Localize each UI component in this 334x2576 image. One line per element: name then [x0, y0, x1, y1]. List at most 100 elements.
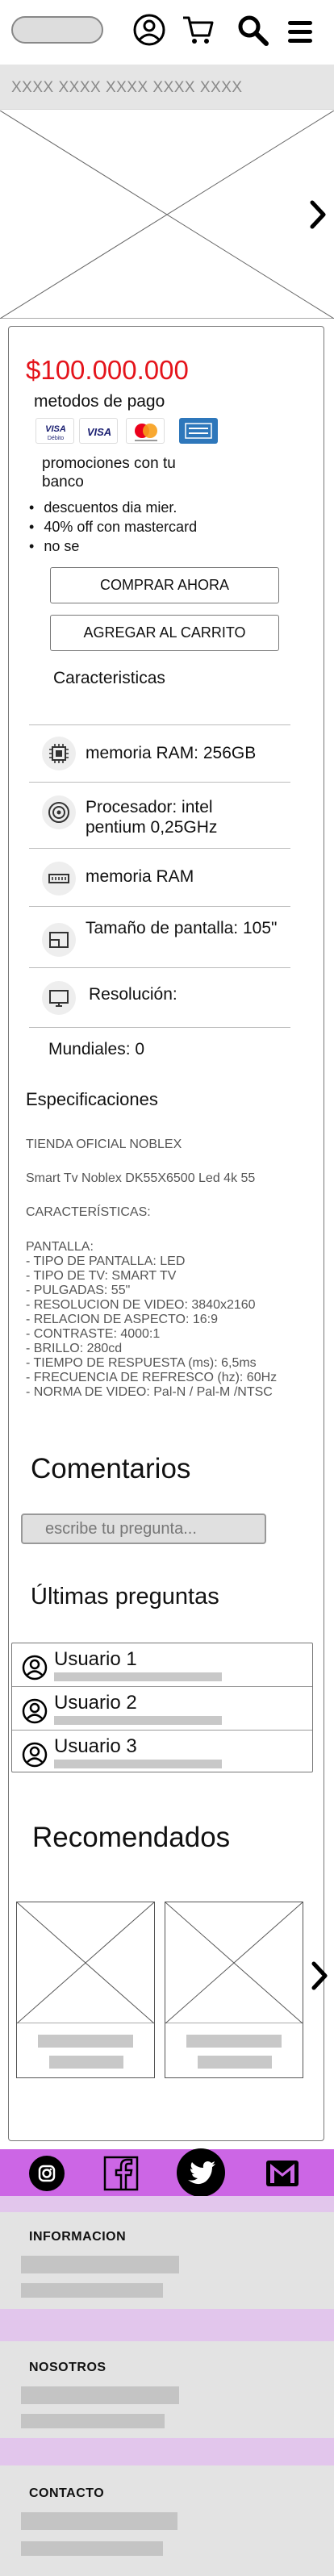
cart-icon[interactable] — [181, 13, 215, 47]
visa-debito-icon: VISA Débito — [35, 418, 74, 444]
payment-methods-title: metodos de pago — [34, 392, 165, 411]
chip-icon — [42, 737, 76, 770]
user-avatar-icon — [22, 1742, 48, 1768]
footer-divider — [0, 2309, 334, 2341]
processor-icon — [42, 795, 76, 829]
characteristics-title: Caracteristicas — [53, 669, 165, 687]
instagram-icon[interactable] — [24, 2151, 69, 2196]
footer-divider — [0, 2438, 334, 2465]
breadcrumb-text: XXXX XXXX XXXX XXXX XXXX — [11, 79, 243, 96]
footer-about-title[interactable]: NOSOTROS — [29, 2361, 106, 2375]
user-icon[interactable] — [132, 13, 166, 47]
last-questions-title: Últimas preguntas — [31, 1584, 219, 1609]
amex-icon — [179, 418, 218, 444]
ram-icon — [42, 862, 76, 896]
visa-icon: VISA — [79, 418, 118, 444]
footer-link-placeholder[interactable] — [21, 2386, 179, 2404]
mastercard-icon — [126, 418, 165, 444]
product-name-placeholder — [38, 2035, 133, 2048]
characteristic-label: Tamaño de pantalla: 105" — [86, 919, 278, 937]
characteristic-label: Mundiales: 0 — [48, 1040, 145, 1058]
footer-link-placeholder[interactable] — [21, 2512, 177, 2530]
product-price-placeholder — [49, 2056, 123, 2069]
promo-line-1: promociones con tu — [42, 455, 176, 472]
chevron-right-icon[interactable] — [308, 199, 328, 230]
recommended-product-card[interactable] — [16, 1902, 155, 2078]
promo-list: descuentos dia mier. 40% off con masterc… — [29, 498, 197, 556]
question-placeholder — [54, 1716, 222, 1725]
specifications-details: PANTALLA: - TIPO DE PANTALLA: LED - TIPO… — [26, 1240, 278, 1399]
recommended-product-card[interactable] — [165, 1902, 303, 2078]
comments-title: Comentarios — [31, 1453, 191, 1484]
header — [0, 0, 334, 63]
user-name: Usuario 1 — [54, 1648, 137, 1670]
features-heading: CARACTERÍSTICAS: — [26, 1205, 151, 1219]
image-placeholder — [165, 1902, 303, 2023]
characteristic-label: Procesador: intel pentium 0,25GHz — [86, 797, 217, 837]
svg-text:VISA: VISA — [45, 424, 66, 434]
characteristic-row: Resolución: — [29, 968, 290, 1028]
menu-icon[interactable] — [284, 16, 316, 50]
footer-divider — [0, 2196, 334, 2212]
list-item: 40% off con mastercard — [29, 517, 197, 536]
footer-contact-section: CONTACTO — [0, 2465, 334, 2576]
product-price: $100.000.000 — [26, 355, 189, 385]
image-placeholder — [17, 1902, 154, 2023]
resolution-icon — [42, 981, 76, 1015]
product-price-placeholder — [198, 2056, 272, 2069]
characteristic-row: memoria RAM — [29, 849, 290, 907]
characteristic-row: Mundiales: 0 — [29, 1028, 290, 1068]
list-item[interactable]: Usuario 1 — [12, 1643, 312, 1687]
question-input[interactable] — [21, 1513, 266, 1544]
user-name: Usuario 2 — [54, 1692, 137, 1714]
user-avatar-icon — [22, 1655, 48, 1680]
characteristic-label: memoria RAM: 256GB — [86, 744, 257, 762]
gmail-icon[interactable] — [260, 2151, 305, 2196]
footer-link-placeholder[interactable] — [21, 2541, 163, 2556]
store-name: TIENDA OFICIAL NOBLEX — [26, 1138, 182, 1151]
add-to-cart-button[interactable]: AGREGAR AL CARRITO — [50, 615, 279, 651]
footer-link-placeholder[interactable] — [21, 2283, 163, 2298]
svg-text:VISA: VISA — [87, 426, 111, 438]
question-placeholder — [54, 1672, 222, 1681]
user-name: Usuario 3 — [54, 1735, 137, 1757]
header-search-input[interactable] — [11, 16, 103, 44]
list-item[interactable]: Usuario 2 — [12, 1687, 312, 1731]
footer-link-placeholder[interactable] — [21, 2414, 165, 2428]
image-placeholder — [0, 110, 334, 319]
twitter-icon[interactable] — [176, 2148, 226, 2198]
footer-info-section: INFORMACION — [0, 2212, 334, 2309]
list-item: no se — [29, 536, 197, 556]
buy-now-button[interactable]: COMPRAR AHORA — [50, 567, 279, 603]
characteristic-row: memoria RAM: 256GB — [29, 724, 290, 783]
user-avatar-icon — [22, 1698, 48, 1724]
characteristic-label: Resolución: — [89, 985, 177, 1004]
search-icon[interactable] — [236, 13, 269, 47]
product-name-placeholder — [186, 2035, 282, 2048]
social-bar — [0, 2148, 334, 2198]
characteristic-row: Procesador: intel pentium 0,25GHz — [29, 783, 290, 849]
footer-contact-title[interactable]: CONTACTO — [29, 2486, 104, 2501]
characteristic-label: memoria RAM — [86, 867, 194, 886]
questions-list: Usuario 1 Usuario 2 Usuario 3 — [11, 1643, 313, 1772]
recommended-title: Recomendados — [32, 1822, 231, 1853]
svg-text:Débito: Débito — [48, 436, 64, 441]
characteristic-row: Tamaño de pantalla: 105" — [29, 907, 290, 968]
question-placeholder — [54, 1760, 222, 1768]
product-model: Smart Tv Noblex DK55X6500 Led 4k 55 — [26, 1171, 256, 1185]
bank-promotions: promociones con tu banco — [42, 454, 176, 491]
footer-about-section: NOSOTROS — [0, 2341, 334, 2438]
promo-line-2: banco — [42, 474, 84, 491]
footer-info-title[interactable]: INFORMACION — [29, 2230, 126, 2244]
screen-size-icon — [42, 923, 76, 957]
list-item: descuentos dia mier. — [29, 498, 197, 517]
facebook-icon[interactable] — [98, 2151, 144, 2196]
list-item[interactable]: Usuario 3 — [12, 1731, 312, 1774]
characteristic-line-1: Procesador: intel — [86, 798, 213, 816]
specifications-title: Especificaciones — [26, 1089, 158, 1109]
breadcrumb: XXXX XXXX XXXX XXXX XXXX — [0, 65, 334, 110]
product-image-carousel[interactable] — [0, 110, 334, 319]
chevron-right-icon[interactable] — [310, 1960, 329, 1991]
characteristic-line-2: pentium 0,25GHz — [86, 818, 218, 837]
footer-link-placeholder[interactable] — [21, 2256, 179, 2273]
